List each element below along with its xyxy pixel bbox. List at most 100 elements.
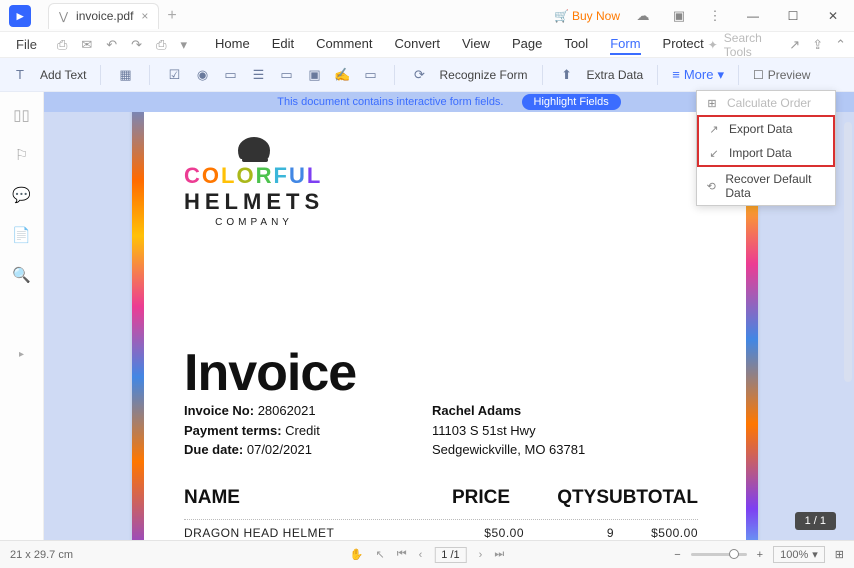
last-page-icon[interactable]: ⏭ (494, 548, 504, 561)
extra-data-button[interactable]: ⬆ Extra Data (557, 65, 644, 85)
minimize-button[interactable]: — (738, 9, 768, 23)
text-icon: T (10, 65, 30, 85)
wand-icon: ✦ (708, 38, 718, 52)
close-window-button[interactable]: ✕ (818, 9, 848, 23)
maximize-button[interactable]: ☐ (778, 9, 808, 23)
tab-convert[interactable]: Convert (394, 34, 440, 55)
tab-tool[interactable]: Tool (564, 34, 588, 55)
invoice-meta: Invoice No: 28062021 Payment terms: Cred… (184, 401, 320, 460)
add-text-tool[interactable]: T Add Text (10, 65, 86, 85)
preview-toggle[interactable]: ☐ Preview (753, 68, 810, 82)
calc-icon: ⊞ (705, 96, 719, 110)
signature-field-icon[interactable]: ✍ (332, 65, 352, 85)
file-menu[interactable]: File (8, 37, 45, 52)
notification-icon[interactable]: ▣ (666, 8, 692, 24)
collapse-ribbon-icon[interactable]: ⌃ (835, 37, 846, 53)
tab-form[interactable]: Form (610, 34, 640, 55)
chevron-down-icon: ▾ (812, 548, 818, 561)
import-data-item[interactable]: ↙ Import Data (699, 141, 833, 165)
logo-company: COMPANY (184, 217, 324, 228)
table-row: DRAGON HEAD HELMET $50.00 9 $500.00 (184, 519, 698, 540)
zoom-level-select[interactable]: 100% ▾ (773, 546, 825, 563)
history-dropdown-icon[interactable]: ▾ (180, 37, 187, 53)
menubar: File ⎙ ✉ ↶ ↷ ⎙ ▾ Home Edit Comment Conve… (0, 32, 854, 58)
menu-tabs: Home Edit Comment Convert View Page Tool… (215, 34, 704, 55)
app-icon: ▸ (0, 5, 40, 27)
bookmarks-icon[interactable]: ⚐ (15, 146, 28, 164)
zoom-slider[interactable] (691, 553, 747, 556)
tab-comment[interactable]: Comment (316, 34, 372, 55)
page-dimensions: 21 x 29.7 cm (10, 549, 73, 561)
first-page-icon[interactable]: ⏮ (397, 548, 407, 561)
next-page-icon[interactable]: › (479, 549, 483, 561)
button-field-icon[interactable]: ▭ (276, 65, 296, 85)
kebab-menu-icon[interactable]: ⋮ (702, 8, 728, 24)
more-button[interactable]: ≡ More ▾ (672, 67, 724, 83)
chevron-down-icon: ▾ (717, 67, 724, 83)
recognize-icon: ⟳ (409, 65, 429, 85)
checkbox-field-icon[interactable]: ☑ (164, 65, 184, 85)
share-icon[interactable]: ⇪ (812, 37, 823, 53)
document-tab[interactable]: ⋁ invoice.pdf × (48, 3, 159, 29)
banner-text: This document contains interactive form … (277, 96, 503, 108)
select-tool-icon[interactable]: ↖ (375, 548, 384, 561)
cloud-icon[interactable]: ☁ (630, 8, 656, 24)
tab-badge-icon: ⋁ (59, 10, 68, 23)
tab-edit[interactable]: Edit (272, 34, 294, 55)
helmet-icon (238, 137, 270, 159)
fit-view-icon[interactable]: ⊞ (835, 548, 844, 561)
recognize-form-button[interactable]: ⟳ Recognize Form (409, 65, 527, 85)
search-panel-icon[interactable]: 🔍 (12, 266, 31, 284)
company-logo: COLORFUL HELMETS COMPANY (184, 137, 324, 228)
recover-default-item[interactable]: ⟲ Recover Default Data (697, 167, 835, 205)
logo-colorful: COLORFUL (184, 163, 324, 189)
image-field-icon[interactable]: ▣ (304, 65, 324, 85)
left-sidebar: ▯▯ ⚐ 💬 📄 🔍 ▸ (0, 92, 44, 540)
recover-icon: ⟲ (705, 179, 717, 193)
thumbnails-icon[interactable]: ▯▯ (13, 106, 30, 124)
new-tab-button[interactable]: + (167, 7, 176, 25)
combobox-field-icon[interactable]: ▭ (220, 65, 240, 85)
prev-page-icon[interactable]: ‹ (419, 549, 423, 561)
zoom-out-icon[interactable]: − (674, 549, 680, 561)
tab-view[interactable]: View (462, 34, 490, 55)
calculate-order-item: ⊞ Calculate Order (697, 91, 835, 115)
external-link-icon[interactable]: ↗ (789, 37, 800, 53)
page-indicator-badge: 1 / 1 (795, 512, 836, 530)
date-field-icon[interactable]: ▭ (360, 65, 380, 85)
logo-helmets: HELMETS (184, 189, 324, 215)
export-data-item[interactable]: ↗ Export Data (699, 117, 833, 141)
tab-protect[interactable]: Protect (663, 34, 704, 55)
listbox-field-icon[interactable]: ☰ (248, 65, 268, 85)
comments-icon[interactable]: 💬 (12, 186, 31, 204)
undo-icon[interactable]: ↶ (106, 37, 117, 53)
upload-icon: ⬆ (557, 65, 577, 85)
form-align-icon[interactable]: ▦ (115, 65, 135, 85)
export-icon: ↗ (707, 122, 721, 136)
highlight-fields-button[interactable]: Highlight Fields (522, 94, 621, 110)
tab-filename: invoice.pdf (76, 9, 133, 23)
expand-sidebar-icon[interactable]: ▸ (19, 349, 24, 360)
invoice-table-header: NAME PRICE QTY SUBTOTAL (184, 487, 698, 509)
attachments-icon[interactable]: 📄 (12, 226, 31, 244)
close-tab-icon[interactable]: × (141, 9, 148, 23)
page-number-input[interactable]: 1 /1 (434, 547, 466, 563)
mail-icon[interactable]: ✉ (81, 37, 92, 53)
pdf-page: COLORFUL HELMETS COMPANY Invoice Invoice… (132, 95, 758, 540)
tab-home[interactable]: Home (215, 34, 250, 55)
form-toolbar: T Add Text ▦ ☑ ◉ ▭ ☰ ▭ ▣ ✍ ▭ ⟳ Recognize… (0, 58, 854, 92)
save-icon[interactable]: ⎙ (57, 37, 67, 53)
search-tools[interactable]: ✦ Search Tools (708, 31, 774, 59)
tab-page[interactable]: Page (512, 34, 542, 55)
vertical-scrollbar[interactable] (844, 122, 852, 382)
radio-field-icon[interactable]: ◉ (192, 65, 212, 85)
redo-icon[interactable]: ↷ (131, 37, 142, 53)
list-icon: ≡ (672, 67, 680, 82)
statusbar: 21 x 29.7 cm ✋ ↖ ⏮ ‹ 1 /1 › ⏭ − + 100% ▾… (0, 540, 854, 568)
import-icon: ↙ (707, 146, 721, 160)
checkbox-icon: ☐ (753, 68, 764, 82)
print-icon[interactable]: ⎙ (156, 37, 166, 53)
hand-tool-icon[interactable]: ✋ (350, 548, 364, 561)
zoom-in-icon[interactable]: + (757, 549, 763, 561)
buy-now-button[interactable]: 🛒 Buy Now (554, 9, 620, 23)
